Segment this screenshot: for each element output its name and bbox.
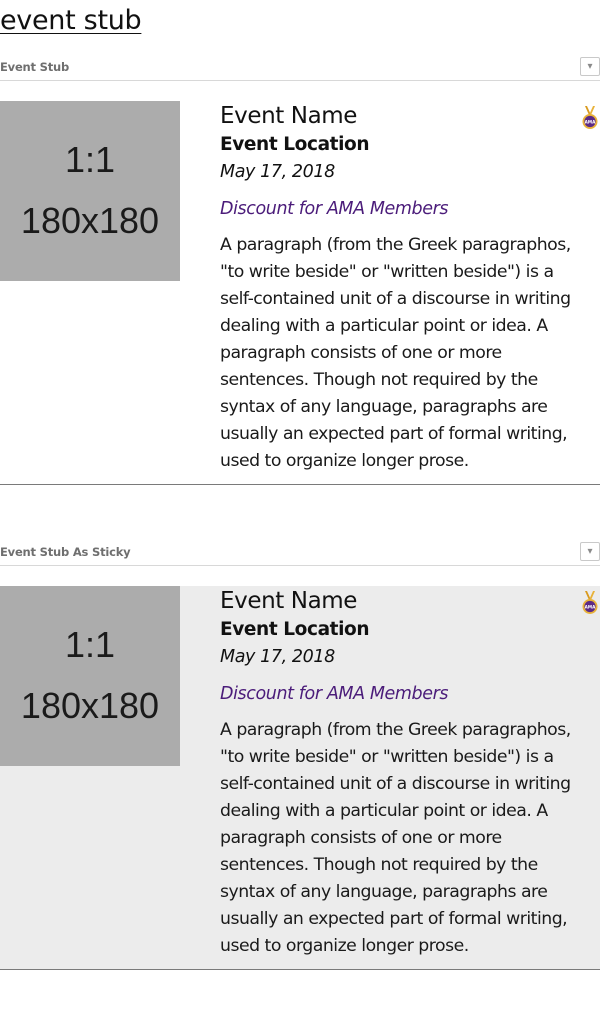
- thumbnail-size-text: 180x180: [20, 685, 160, 726]
- thumbnail-size-text: 180x180: [20, 200, 160, 241]
- section-label: Event Stub As Sticky: [0, 545, 131, 559]
- thumbnail-ratio-text: 1:1: [64, 139, 116, 180]
- event-description: A paragraph (from the Greek paragraphos,…: [220, 235, 571, 471]
- thumbnail-ratio-text: 1:1: [64, 624, 116, 665]
- event-location: Event Location: [220, 134, 370, 155]
- page-title-link[interactable]: event stub: [0, 2, 142, 40]
- svg-text:AMA: AMA: [585, 119, 596, 124]
- section-toggle-button[interactable]: ▾: [580, 542, 600, 561]
- event-name[interactable]: Event Name: [220, 587, 357, 615]
- event-location: Event Location: [220, 619, 370, 640]
- event-date: May 17, 2018: [220, 162, 335, 182]
- medal-icon: AMA: [582, 106, 598, 129]
- section-label: Event Stub: [0, 60, 70, 74]
- chevron-down-icon: ▾: [587, 546, 593, 557]
- svg-text:AMA: AMA: [585, 604, 596, 609]
- event-date: May 17, 2018: [220, 647, 335, 667]
- event-stub-sticky: 1:1 180x180 Event Name Event Location Ma…: [0, 586, 600, 970]
- event-stub: 1:1 180x180 Event Name Event Location Ma…: [0, 101, 600, 485]
- section-header-event-stub-sticky: Event Stub As Sticky ▾: [0, 542, 600, 566]
- event-name[interactable]: Event Name: [220, 102, 357, 130]
- event-thumbnail: 1:1 180x180: [0, 586, 180, 766]
- section-toggle-button[interactable]: ▾: [580, 57, 600, 76]
- event-discount-label: Discount for AMA Members: [220, 199, 449, 219]
- medal-icon: AMA: [582, 591, 598, 614]
- section-header-event-stub: Event Stub ▾: [0, 57, 600, 81]
- event-discount-label: Discount for AMA Members: [220, 684, 449, 704]
- event-description: A paragraph (from the Greek paragraphos,…: [220, 720, 571, 956]
- chevron-down-icon: ▾: [587, 61, 593, 72]
- event-thumbnail: 1:1 180x180: [0, 101, 180, 281]
